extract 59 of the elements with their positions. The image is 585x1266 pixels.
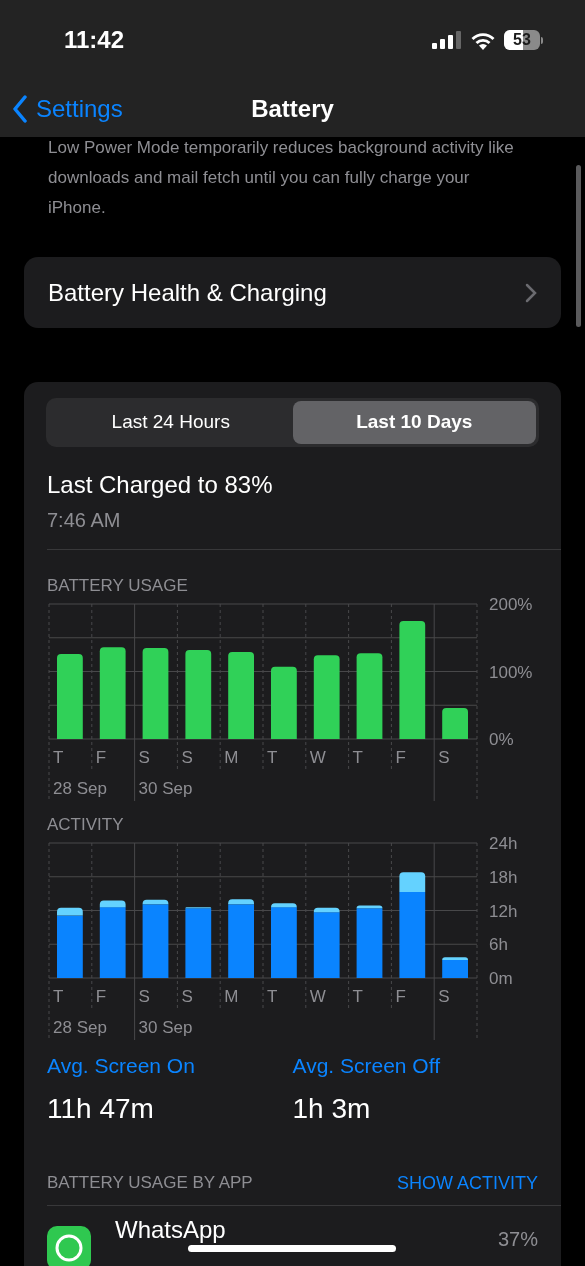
day-label: F xyxy=(395,748,406,767)
day-label: S xyxy=(181,987,193,1006)
day-label: T xyxy=(267,748,278,767)
date-label: 30 Sep xyxy=(138,1018,193,1037)
segment-tab[interactable]: Last 24 Hours xyxy=(49,401,293,444)
battery-health-row[interactable]: Battery Health & Charging xyxy=(24,257,561,328)
chevron-left-icon xyxy=(12,94,28,123)
day-label: T xyxy=(352,987,363,1006)
day-label: T xyxy=(352,748,363,767)
battery-indicator: 53 xyxy=(504,30,540,50)
show-activity-button[interactable]: SHOW ACTIVITY xyxy=(397,1169,538,1197)
day-label: S xyxy=(181,748,193,767)
last-charged-title: Last Charged to 83% xyxy=(47,470,274,500)
section-header: BATTERY USAGE BY APP xyxy=(47,1172,253,1195)
axis-label: 6h xyxy=(489,935,508,955)
day-label: S xyxy=(138,987,150,1006)
day-label: S xyxy=(138,748,150,767)
day-label: S xyxy=(438,748,450,767)
day-label: T xyxy=(53,748,64,767)
axis-label: 100% xyxy=(489,662,533,682)
chart-title: BATTERY USAGE xyxy=(47,576,188,596)
average-value: 11h 47m xyxy=(47,1091,155,1126)
app-row[interactable]: WhatsApp 37% xyxy=(24,1205,561,1266)
axis-label: 24h xyxy=(489,835,518,853)
average-label: Avg. Screen Off xyxy=(292,1053,441,1079)
day-label: F xyxy=(95,748,107,767)
day-label: W xyxy=(309,748,326,767)
day-label: M xyxy=(224,748,239,767)
segment-tab[interactable]: Last 10 Days xyxy=(292,401,536,444)
page-title: Battery xyxy=(251,93,334,124)
day-label: S xyxy=(438,987,450,1006)
date-label: 28 Sep xyxy=(53,779,107,798)
chevron-right-icon xyxy=(525,282,537,303)
status-time: 11:42 xyxy=(64,25,125,55)
signal-icon xyxy=(432,31,462,49)
low-power-description: Low Power Mode temporarily reduces background activity like downloads and mail fetch until you can fully charge your iPhone. xyxy=(47,137,515,219)
last-charged-time: 7:46 AM xyxy=(47,508,122,533)
axis-label: 12h xyxy=(489,901,518,921)
day-label: M xyxy=(224,987,239,1006)
axis-label: 0% xyxy=(489,730,514,749)
day-label: F xyxy=(95,987,107,1006)
app-percent: 37% xyxy=(497,1226,538,1252)
axis-label: 0m xyxy=(489,969,513,988)
day-label: F xyxy=(395,987,406,1006)
chart-title: ACTIVITY xyxy=(47,815,124,835)
day-label: T xyxy=(267,987,278,1006)
axis-label: 18h xyxy=(489,867,518,887)
average-label: Avg. Screen On xyxy=(47,1053,196,1079)
back-button[interactable]: Settings xyxy=(12,90,123,127)
day-label: T xyxy=(53,987,64,1006)
app-name: WhatsApp xyxy=(115,1215,227,1244)
wifi-icon xyxy=(470,30,496,50)
date-label: 30 Sep xyxy=(138,779,193,798)
axis-label: 200% xyxy=(489,596,533,614)
bar xyxy=(442,707,468,739)
average-value: 1h 3m xyxy=(292,1091,372,1126)
app-icon xyxy=(47,1225,91,1266)
day-label: W xyxy=(309,987,326,1006)
date-label: 28 Sep xyxy=(53,1018,107,1037)
